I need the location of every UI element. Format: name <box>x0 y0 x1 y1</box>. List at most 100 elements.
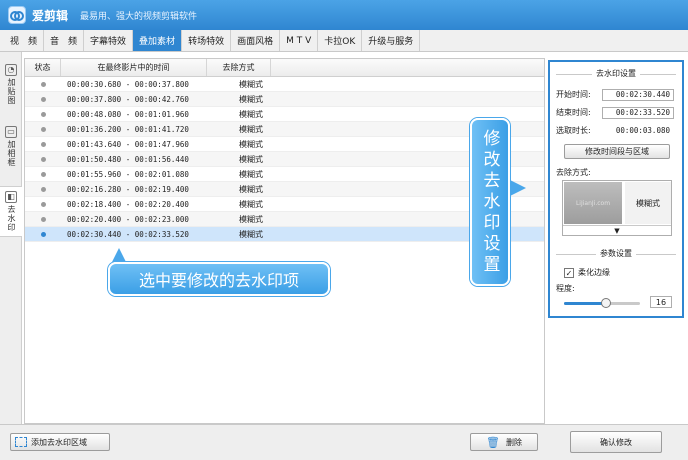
table-header: 状态 在最终影片中的时间 去除方式 <box>25 59 544 77</box>
duration-value: 00:00:03.080 <box>602 124 674 137</box>
degree-label: 程度: <box>556 284 575 293</box>
watermark-list: 状态 在最终影片中的时间 去除方式 00:00:30.680 - 00:00:3… <box>24 58 545 424</box>
table-row[interactable]: 00:00:30.680 - 00:00:37.800 模糊式 <box>25 77 544 92</box>
callout-modify-settings-text: 修改去水印设置 <box>479 128 500 276</box>
degree-slider-knob[interactable] <box>600 298 611 308</box>
tab-transition-effects[interactable]: 转场特效 <box>182 30 232 51</box>
degree-slider-fill <box>564 302 606 305</box>
row-time: 00:02:30.440 - 00:02:33.520 <box>67 229 189 239</box>
side-tab-bar: ◔ 加贴图 ▭ 加相框 ◧ 去水印 <box>0 52 22 424</box>
header-status: 状态 <box>25 59 61 76</box>
method-select[interactable]: LiJianJi.com 模糊式 ▼ <box>562 180 672 236</box>
status-dot <box>40 186 46 192</box>
table-row[interactable]: 00:00:48.080 - 00:01:01.960 模糊式 <box>25 107 544 122</box>
tab-picture-style[interactable]: 画面风格 <box>231 30 281 51</box>
delete-label: 删除 <box>505 437 522 447</box>
frame-icon: ▭ <box>5 126 17 138</box>
chevron-down-icon[interactable]: ▼ <box>563 225 671 235</box>
tab-mtv[interactable]: M T V <box>280 30 319 51</box>
row-time: 00:02:20.400 - 00:02:23.000 <box>67 214 189 224</box>
status-dot <box>40 231 46 237</box>
tab-upgrade-service[interactable]: 升级与服务 <box>362 30 421 51</box>
side-tab-watermark-label: 去水印 <box>7 205 16 232</box>
app-logo-icon <box>8 6 26 24</box>
row-time: 00:00:37.800 - 00:00:42.760 <box>67 94 189 104</box>
row-method: 模糊式 <box>239 109 263 119</box>
end-time-field[interactable]: 00:02:33.520 <box>602 106 674 119</box>
degree-slider[interactable] <box>564 298 640 308</box>
tab-subtitle-effects[interactable]: 字幕特效 <box>84 30 134 51</box>
row-time: 00:02:18.400 - 00:02:20.400 <box>67 199 189 209</box>
row-method: 模糊式 <box>239 184 263 194</box>
end-time-label: 结束时间: <box>556 108 591 117</box>
row-time: 00:00:30.680 - 00:00:37.800 <box>67 79 189 89</box>
confirm-modify-button[interactable]: 确认修改 <box>570 431 662 453</box>
row-method: 模糊式 <box>239 124 263 134</box>
duration-label: 选取时长: <box>556 126 591 135</box>
row-method: 模糊式 <box>239 199 263 209</box>
start-time-row: 开始时间: 00:02:30.440 <box>556 88 680 101</box>
row-method: 模糊式 <box>239 169 263 179</box>
add-area-icon <box>15 437 27 447</box>
table-row[interactable]: 00:02:20.400 - 00:02:23.000 模糊式 <box>25 212 544 227</box>
side-tab-sticker[interactable]: ◔ 加贴图 <box>0 64 22 105</box>
table-row[interactable]: 00:01:55.960 - 00:02:01.080 模糊式 <box>25 167 544 182</box>
header-method: 去除方式 <box>207 59 271 76</box>
tab-karaoke[interactable]: 卡拉OK <box>318 30 363 51</box>
app-name: 爱剪辑 <box>32 8 69 23</box>
method-value: 模糊式 <box>625 182 671 224</box>
group-watermark-settings: 去水印设置 <box>550 68 682 79</box>
side-tab-frame[interactable]: ▭ 加相框 <box>0 126 22 167</box>
row-time: 00:01:50.480 - 00:01:56.440 <box>67 154 189 164</box>
status-dot <box>40 96 46 102</box>
side-tab-watermark[interactable]: ◧ 去水印 <box>0 186 22 237</box>
soften-edge-label: 柔化边缘 <box>578 268 610 277</box>
soften-edge-row: ✓ 柔化边缘 <box>564 266 688 279</box>
status-dot <box>40 81 46 87</box>
row-method: 模糊式 <box>239 154 263 164</box>
table-row[interactable]: 00:02:18.400 - 00:02:20.400 模糊式 <box>25 197 544 212</box>
soften-edge-checkbox[interactable]: ✓ <box>564 267 574 278</box>
watermark-settings-panel: 去水印设置 开始时间: 00:02:30.440 结束时间: 00:02:33.… <box>548 60 684 318</box>
delete-button[interactable]: 🗑 删除 <box>470 433 538 451</box>
table-row[interactable]: 00:01:36.200 - 00:01:41.720 模糊式 <box>25 122 544 137</box>
method-row: 去除方式: <box>556 166 680 179</box>
tab-overlay-material[interactable]: 叠加素材 <box>133 30 183 51</box>
callout-select-item: 选中要修改的去水印项 <box>108 262 330 296</box>
method-preview: LiJianJi.com <box>564 182 622 224</box>
row-method: 模糊式 <box>239 214 263 224</box>
table-row[interactable]: 00:02:16.280 - 00:02:19.400 模糊式 <box>25 182 544 197</box>
table-row[interactable]: 00:01:43.640 - 00:01:47.960 模糊式 <box>25 137 544 152</box>
row-method: 模糊式 <box>239 229 263 239</box>
end-time-row: 结束时间: 00:02:33.520 <box>556 106 680 119</box>
header-time: 在最终影片中的时间 <box>61 59 207 76</box>
duration-row: 选取时长: 00:00:03.080 <box>556 124 680 137</box>
title-bar: 爱剪辑 最易用、强大的视频剪辑软件 <box>0 0 688 30</box>
start-time-field[interactable]: 00:02:30.440 <box>602 88 674 101</box>
status-dot <box>40 111 46 117</box>
status-dot <box>40 201 46 207</box>
method-label: 去除方式: <box>556 168 591 177</box>
group-parameter-settings: 参数设置 <box>550 248 682 259</box>
callout-modify-arrow <box>510 180 526 196</box>
status-dot <box>40 171 46 177</box>
status-dot <box>40 216 46 222</box>
callout-modify-settings: 修改去水印设置 <box>470 118 510 286</box>
group-watermark-settings-title: 去水印设置 <box>592 69 640 78</box>
row-method: 模糊式 <box>239 139 263 149</box>
add-watermark-area-button[interactable]: 添加去水印区域 <box>10 433 110 451</box>
app-slogan: 最易用、强大的视频剪辑软件 <box>80 11 198 22</box>
row-method: 模糊式 <box>239 94 263 104</box>
callout-select-arrow <box>112 248 126 262</box>
group-parameter-settings-title: 参数设置 <box>596 249 636 258</box>
modify-range-button[interactable]: 修改时间段与区域 <box>564 144 670 159</box>
tab-video[interactable]: 视 频 <box>4 30 45 51</box>
degree-value-field[interactable]: 16 <box>650 296 672 308</box>
table-row[interactable]: 00:00:37.800 - 00:00:42.760 模糊式 <box>25 92 544 107</box>
tab-audio[interactable]: 音 频 <box>44 30 85 51</box>
bottom-bar: 添加去水印区域 🗑 删除 确认修改 <box>0 424 688 460</box>
add-watermark-area-label: 添加去水印区域 <box>31 437 87 447</box>
table-row-selected[interactable]: 00:02:30.440 - 00:02:33.520 模糊式 <box>25 227 544 242</box>
side-tab-frame-label: 加相框 <box>7 140 16 167</box>
table-row[interactable]: 00:01:50.480 - 00:01:56.440 模糊式 <box>25 152 544 167</box>
